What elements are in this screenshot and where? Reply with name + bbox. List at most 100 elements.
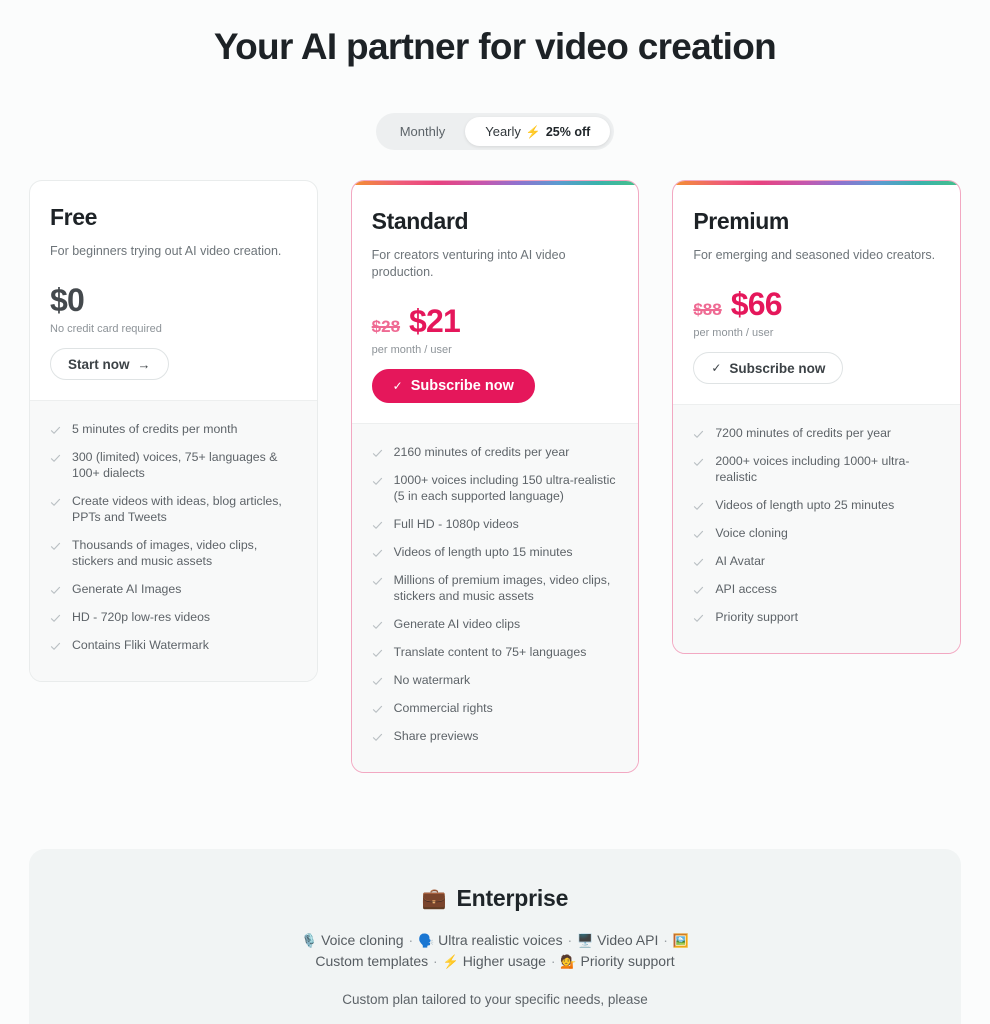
feature-item: Contains Fliki Watermark [50,631,297,659]
plan-cta-label: Start now [68,356,130,372]
plan-name: Standard [371,208,469,234]
feature-item: 7200 minutes of credits per year [693,419,940,447]
feature-label: No watermark [393,673,471,687]
feature-item: API access [693,575,940,603]
feature-item: Share previews [372,722,619,750]
feature-item: Translate content to 75+ languages [372,638,619,666]
enterprise-note: Custom plan tailored to your specific ne… [342,992,648,1007]
feature-item: 2000+ voices including 1000+ ultra-reali… [693,447,940,491]
feature-item: Priority support [693,603,940,631]
plan-cta-label: Subscribe now [729,360,826,376]
pricing-page: Your AI partner for video creation Month… [0,0,990,1024]
feature-item: Voice cloning [693,519,940,547]
plan-description: For creators venturing into AI video pro… [371,248,566,279]
billing-toggle-container: Monthly Yearly ⚡ 25% off [0,113,990,150]
enterprise-panel: 💼 Enterprise 🎙️ Voice cloning · 🗣️ Ultra… [29,849,961,1024]
feature-item: 1000+ voices including 150 ultra-realist… [372,466,619,510]
toggle-yearly-label: Yearly [485,124,521,139]
feature-item: Generate AI video clips [372,610,619,638]
feature-label: 5 minutes of credits per month [72,422,238,436]
check-icon [372,576,383,587]
feature-label: API access [715,582,777,596]
check-icon [50,425,61,436]
feature-item: Full HD - 1080p videos [372,510,619,538]
plan-name: Premium [693,208,789,234]
plan-header: Free For beginners trying out AI video cr… [30,181,317,400]
feature-item: AI Avatar [693,547,940,575]
feature-item: Generate AI Images [50,575,297,603]
plan-header: Standard For creators venturing into AI v… [352,185,639,423]
price-row: $88 $66 [693,286,940,322]
billing-toggle[interactable]: Monthly Yearly ⚡ 25% off [375,113,615,150]
feature-label: AI Avatar [715,554,766,568]
toggle-option-yearly[interactable]: Yearly ⚡ 25% off [465,117,611,146]
separator-dot: · [563,932,577,948]
separator-dot: · [546,953,560,969]
enterprise-feature-label: Custom templates [315,953,429,969]
feature-label: Translate content to 75+ languages [393,645,587,659]
feature-item: 2160 minutes of credits per year [372,438,619,466]
feature-label: 1000+ voices including 150 ultra-realist… [393,473,616,503]
separator-dot: · [659,932,672,948]
price-current: $0 [50,282,85,318]
feature-label: Share previews [393,729,479,743]
check-icon [693,557,704,568]
enterprise-feature-label: Voice cloning [321,932,404,948]
feature-label: 2000+ voices including 1000+ ultra-reali… [715,454,910,484]
check-icon [372,620,383,631]
price-row: $0 [50,282,297,318]
toggle-monthly-label: Monthly [399,124,446,139]
feature-item: HD - 720p low-res videos [50,603,297,631]
enterprise-feature-label: Higher usage [462,953,546,969]
check-icon [693,429,704,440]
enterprise-feature-icon: ⚡ [442,954,459,969]
separator-dot: · [404,932,418,948]
feature-label: Voice cloning [715,526,788,540]
feature-item: Commercial rights [372,694,619,722]
plan-description: For emerging and seasoned video creators… [693,248,936,262]
plan-cta-button[interactable]: ✓ Subscribe now [371,369,535,403]
price-current: $21 [409,303,461,339]
plan-header: Premium For emerging and seasoned video c… [673,185,960,404]
feature-label: Commercial rights [393,701,493,715]
feature-item: Videos of length upto 15 minutes [372,538,619,566]
plan-feature-list: 5 minutes of credits per month 300 (limit… [30,401,317,681]
check-icon [50,453,61,464]
check-icon [50,641,61,652]
check-icon [50,613,61,624]
check-icon [372,476,383,487]
plan-card-standard: Standard For creators venturing into AI v… [350,180,640,773]
check-icon [50,585,61,596]
toggle-yearly-discount: 25% off [545,124,591,139]
check-icon [372,704,383,715]
price-original: $88 [693,300,722,319]
feature-label: Contains Fliki Watermark [72,638,209,652]
plan-cta-label: Subscribe now [410,378,514,394]
plan-cta-button[interactable]: Start now → [50,348,169,380]
enterprise-feature-icon: 🖼️ [672,933,690,948]
plan-card-free: Free For beginners trying out AI video cr… [29,180,318,682]
check-icon [372,548,383,559]
toggle-option-monthly[interactable]: Monthly [380,117,466,146]
feature-label: Thousands of images, video clips, sticke… [72,538,258,568]
plan-name: Free [50,204,97,230]
page-title: Your AI partner for video creation [213,26,777,67]
plan-cta-button[interactable]: ✓ Subscribe now [693,352,844,384]
plan-feature-list: 2160 minutes of credits per year 1000+ vo… [351,424,639,772]
price-original: $28 [371,317,401,336]
enterprise-feature-icon: 🗣️ [418,933,435,948]
feature-item: No watermark [372,666,619,694]
enterprise-title-row: 💼 Enterprise [69,885,921,912]
feature-item: Create videos with ideas, blog articles,… [50,487,297,531]
price-row: $28 $21 [372,303,619,339]
price-subtext: per month / user [371,344,452,356]
check-icon [693,457,704,468]
feature-item: 5 minutes of credits per month [50,415,297,443]
check-icon [50,497,61,508]
feature-label: Millions of premium images, video clips,… [393,573,611,603]
feature-label: Create videos with ideas, blog articles,… [72,494,282,524]
enterprise-title: Enterprise [456,885,569,911]
feature-label: Generate AI video clips [393,617,521,631]
arrow-right-icon: → [137,356,151,372]
enterprise-feature-label: Ultra realistic voices [438,932,563,948]
